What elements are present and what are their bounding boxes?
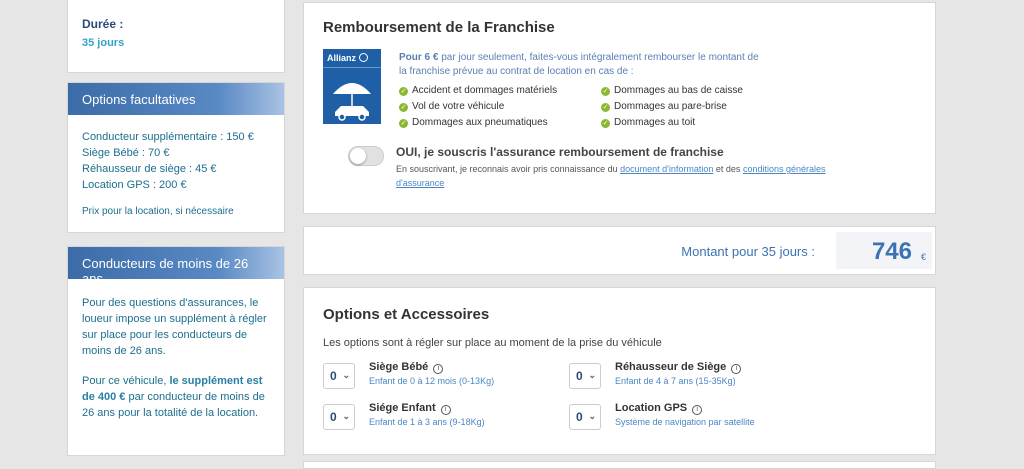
quantity-select[interactable]: 0 ⌄ [569,404,601,430]
young-drivers-supplement: Pour ce véhicule, le supplément est de 4… [82,375,265,419]
accessory-name: Siége Enfant i [369,402,451,415]
optional-item: Location GPS : 200 € [82,179,187,191]
umbrella-car-icon [333,83,371,121]
optional-item: Réhausseur de siège : 45 € [82,163,217,175]
coverage-item: ✓ Dommages au bas de caisse [601,85,743,96]
duration-card: Durée : 35 jours [67,0,285,73]
franchise-subscribe-label[interactable]: OUI, je souscris l'assurance rembourseme… [396,145,724,159]
optional-item: Conducteur supplémentaire : 150 € [82,131,254,143]
chevron-down-icon: ⌄ [342,411,350,421]
accessory-desc: Enfant de 1 à 3 ans (9-18Kg) [369,417,485,427]
coverage-item: ✓ Dommages au toit [601,117,696,128]
info-circle-icon[interactable]: i [433,364,444,374]
quantity-select[interactable]: 0 ⌄ [323,404,355,430]
chevron-down-icon: ⌄ [342,370,350,380]
coverage-item: ✓ Dommages au pare-brise [601,101,727,112]
check-circle-icon: ✓ [399,103,408,112]
check-circle-icon: ✓ [399,87,408,96]
check-circle-icon: ✓ [399,119,408,128]
toggle-knob [350,148,366,164]
optional-options-card: Options facultatives Conducteur suppléme… [67,82,285,233]
allianz-brand: Allianz [323,49,381,68]
coverage-list-left: ✓ Accident et dommages matériels ✓ Vol de … [399,83,557,131]
allianz-logo: Allianz [323,49,381,124]
franchise-subscribe-note: En souscrivant, je reconnais avoir pris … [396,164,826,188]
coverage-item: ✓ Dommages aux pneumatiques [399,117,548,128]
optional-item: Siège Bébé : 70 € [82,147,170,159]
coverage-list-right: ✓ Dommages au bas de caisse ✓ Dommages au … [601,83,743,131]
optional-note: Prix pour la location, si nécessaire [82,206,234,217]
check-circle-icon: ✓ [601,87,610,96]
accessory-child-seat: 0 ⌄ Siége Enfant i Enfant de 1 à 3 ans (9… [323,402,563,436]
franchise-subscribe-toggle[interactable] [348,146,384,166]
accessory-desc: Enfant de 4 à 7 ans (15-35Kg) [615,376,736,386]
amount-card: Montant pour 35 jours : 746 € [303,226,936,275]
check-circle-icon: ✓ [601,119,610,128]
young-drivers-text: Pour des questions d'assurances, le loue… [82,297,267,357]
coverage-item: ✓ Accident et dommages matériels [399,85,558,96]
accessory-desc: Enfant de 0 à 12 mois (0-13Kg) [369,376,495,386]
young-drivers-card: Conducteurs de moins de 26 ans Pour des … [67,246,285,456]
quantity-select[interactable]: 0 ⌄ [569,363,601,389]
accessories-note: Les options sont à régler sur place au m… [323,337,662,349]
franchise-card: Remboursement de la Franchise Allianz Po… [303,2,936,214]
franchise-intro: Pour 6 € par jour seulement, faites-vous… [399,52,759,77]
info-circle-icon[interactable]: i [731,364,742,374]
quantity-select[interactable]: 0 ⌄ [323,363,355,389]
duration-label: Durée : [82,17,124,31]
accessory-baby-seat: 0 ⌄ Siège Bébé i Enfant de 0 à 12 mois (0… [323,361,563,395]
accessory-desc: Système de navigation par satellite [615,417,755,427]
check-circle-icon: ✓ [601,103,610,112]
accessory-name: Siège Bébé i [369,361,444,374]
franchise-title: Remboursement de la Franchise [323,19,555,36]
accessory-name: Réhausseur de Siège i [615,361,742,374]
chevron-down-icon: ⌄ [588,370,596,380]
accessory-booster-seat: 0 ⌄ Réhausseur de Siège i Enfant de 4 à 7… [569,361,809,395]
duration-value: 35 jours [82,37,125,49]
accessories-title: Options et Accessoires [323,306,490,323]
accessory-name: Location GPS i [615,402,703,415]
accessories-card: Options et Accessoires Les options sont … [303,287,936,455]
optional-options-title: Options facultatives [68,83,284,115]
young-drivers-title: Conducteurs de moins de 26 ans [68,247,284,286]
next-section-edge [303,461,936,469]
chevron-down-icon: ⌄ [588,411,596,421]
coverage-item: ✓ Vol de votre véhicule [399,101,505,112]
info-circle-icon[interactable]: i [692,405,703,415]
amount-label: Montant pour 35 jours : [681,244,815,259]
amount-box: 746 € [836,232,932,269]
info-document-link[interactable]: document d'information [620,164,713,174]
amount-value: 746 [871,238,912,265]
amount-currency: € [920,252,926,262]
accessory-gps: 0 ⌄ Location GPS i Système de navigation … [569,402,809,436]
info-circle-icon[interactable]: i [440,405,451,415]
